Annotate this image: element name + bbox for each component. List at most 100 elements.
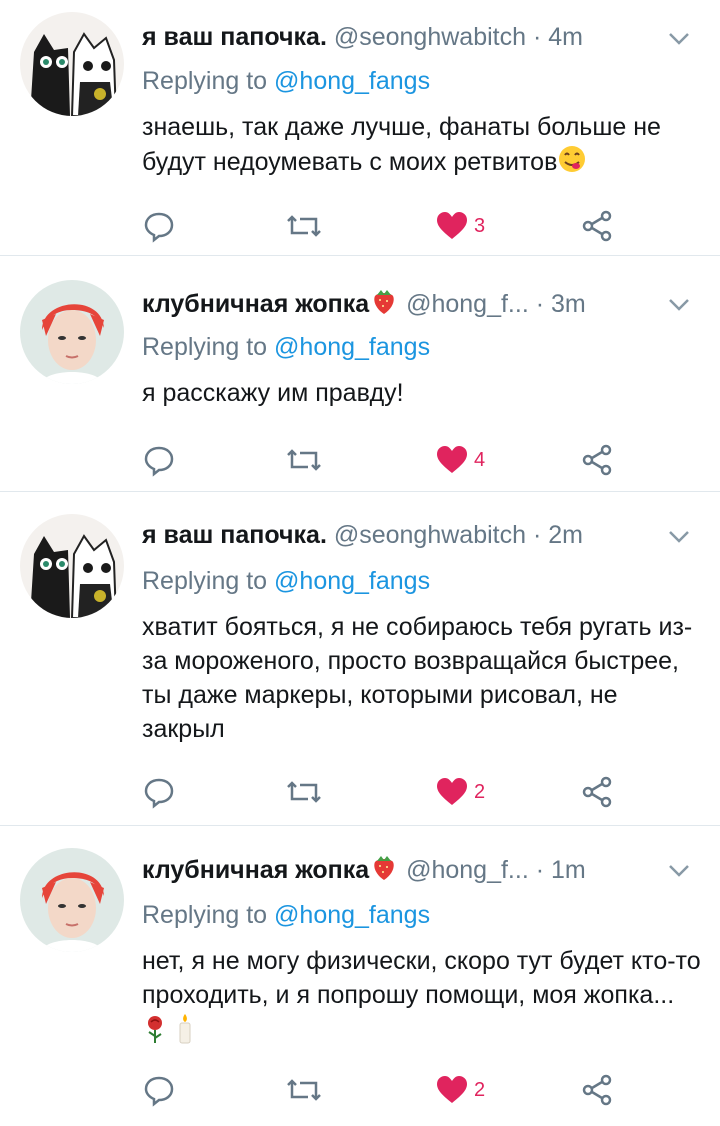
replying-to-label: Replying to — [142, 901, 268, 929]
cats-avatar-icon — [20, 514, 124, 618]
candle-emoji-icon — [179, 1014, 191, 1044]
tweet-text: я расскажу им правду! — [142, 376, 702, 410]
avatar[interactable] — [20, 280, 124, 384]
like-button[interactable]: 3 — [436, 206, 485, 246]
reply-button[interactable] — [142, 772, 176, 812]
red-hair-avatar-icon — [20, 280, 124, 384]
reply-icon — [144, 212, 174, 243]
retweet-icon — [287, 449, 321, 471]
like-count: 3 — [474, 214, 486, 237]
tweet-text: знаешь, так даже лучше, фанаты больше не… — [142, 110, 702, 179]
retweet-icon — [287, 781, 321, 803]
tweet-text: хватит бояться, я не собираюсь тебя руга… — [142, 610, 702, 746]
reply-button[interactable] — [142, 1070, 176, 1110]
tweet-text: нет, я не могу физически, скоро тут буде… — [142, 944, 702, 1049]
replying-to: Replying to @hong_fangs — [142, 64, 430, 98]
tweet-actions: 2 — [142, 772, 622, 812]
retweet-icon — [287, 1079, 321, 1101]
reply-mention-link[interactable]: @hong_fangs — [274, 333, 430, 361]
display-name[interactable]: клубничная жопка — [142, 290, 369, 318]
display-name[interactable]: клубничная жопка — [142, 856, 369, 884]
chevron-down-icon[interactable] — [668, 298, 690, 312]
avatar[interactable] — [20, 514, 124, 618]
share-icon — [582, 210, 612, 242]
like-count: 2 — [474, 1078, 486, 1101]
strawberry-emoji-icon — [374, 290, 394, 314]
tweet-header: я ваш папочка. @seonghwabitch · 2m — [142, 518, 696, 552]
display-name[interactable]: я ваш папочка. — [142, 23, 327, 51]
reply-mention-link[interactable]: @hong_fangs — [274, 901, 430, 929]
retweet-button[interactable] — [286, 440, 322, 480]
tweet[interactable]: я ваш папочка. @seonghwabitch · 2m Reply… — [0, 492, 720, 826]
reply-mention-link[interactable]: @hong_fangs — [274, 567, 430, 595]
like-count: 2 — [474, 780, 486, 803]
replying-to: Replying to @hong_fangs — [142, 330, 430, 364]
rose-emoji-icon — [148, 1016, 162, 1043]
replying-to-label: Replying to — [142, 67, 268, 95]
heart-icon — [437, 778, 467, 805]
retweet-icon — [287, 215, 321, 237]
display-name[interactable]: я ваш папочка. — [142, 521, 327, 549]
share-button[interactable] — [580, 772, 614, 812]
tweet-header: клубничная жопка @hong_f... · 1m — [142, 852, 696, 886]
reply-icon — [144, 778, 174, 809]
reply-mention-link[interactable]: @hong_fangs — [274, 67, 430, 95]
replying-to: Replying to @hong_fangs — [142, 564, 430, 598]
replying-to: Replying to @hong_fangs — [142, 898, 430, 932]
separator-dot: · — [532, 23, 542, 51]
tweet-text-content: я расскажу им правду! — [142, 379, 404, 407]
like-button[interactable]: 2 — [436, 1070, 485, 1110]
tweet-header: я ваш папочка. @seonghwabitch · 4m — [142, 20, 696, 54]
strawberry-emoji-icon — [374, 856, 394, 880]
tweet-text-content: нет, я не могу физически, скоро тут буде… — [142, 947, 701, 1009]
reply-button[interactable] — [142, 206, 176, 246]
heart-icon — [437, 446, 467, 473]
timestamp[interactable]: 3m — [551, 290, 586, 318]
share-button[interactable] — [580, 1070, 614, 1110]
avatar[interactable] — [20, 848, 124, 952]
reply-icon — [144, 1076, 174, 1107]
separator-dot: · — [535, 290, 545, 318]
chevron-down-icon[interactable] — [668, 530, 690, 544]
tweet[interactable]: я ваш папочка. @seonghwabitch · 4m Reply… — [0, 0, 720, 256]
share-icon — [582, 776, 612, 808]
heart-icon — [437, 1076, 467, 1103]
timestamp[interactable]: 1m — [551, 856, 586, 884]
tweet-actions: 3 — [142, 206, 622, 246]
chevron-down-icon[interactable] — [668, 32, 690, 46]
like-button[interactable]: 4 — [436, 440, 485, 480]
separator-dot: · — [535, 856, 545, 884]
retweet-button[interactable] — [286, 772, 322, 812]
chevron-down-icon[interactable] — [668, 864, 690, 878]
red-hair-avatar-icon — [20, 848, 124, 952]
like-button[interactable]: 2 — [436, 772, 485, 812]
share-button[interactable] — [580, 440, 614, 480]
tweet[interactable]: клубничная жопка @hong_f... · 3m Replyin… — [0, 256, 720, 492]
cats-avatar-icon — [20, 12, 124, 116]
like-count: 4 — [474, 448, 486, 471]
yum-face-emoji-icon — [559, 146, 586, 172]
tweet[interactable]: клубничная жопка @hong_f... · 1m Replyin… — [0, 826, 720, 1126]
replying-to-label: Replying to — [142, 333, 268, 361]
avatar[interactable] — [20, 12, 124, 116]
heart-icon — [437, 212, 467, 239]
replying-to-label: Replying to — [142, 567, 268, 595]
tweet-text-content: хватит бояться, я не собираюсь тебя руга… — [142, 613, 693, 743]
separator-dot: · — [532, 521, 542, 549]
share-icon — [582, 444, 612, 476]
reply-button[interactable] — [142, 440, 176, 480]
handle[interactable]: @seonghwabitch — [334, 521, 526, 549]
handle[interactable]: @hong_f... — [406, 856, 529, 884]
timestamp[interactable]: 2m — [548, 521, 583, 549]
tweet-actions: 4 — [142, 440, 622, 480]
tweet-actions: 2 — [142, 1070, 622, 1110]
retweet-button[interactable] — [286, 206, 322, 246]
tweet-header: клубничная жопка @hong_f... · 3m — [142, 286, 696, 320]
handle[interactable]: @seonghwabitch — [334, 23, 526, 51]
share-icon — [582, 1074, 612, 1106]
share-button[interactable] — [580, 206, 614, 246]
timestamp[interactable]: 4m — [548, 23, 583, 51]
reply-icon — [144, 446, 174, 477]
handle[interactable]: @hong_f... — [406, 290, 529, 318]
retweet-button[interactable] — [286, 1070, 322, 1110]
